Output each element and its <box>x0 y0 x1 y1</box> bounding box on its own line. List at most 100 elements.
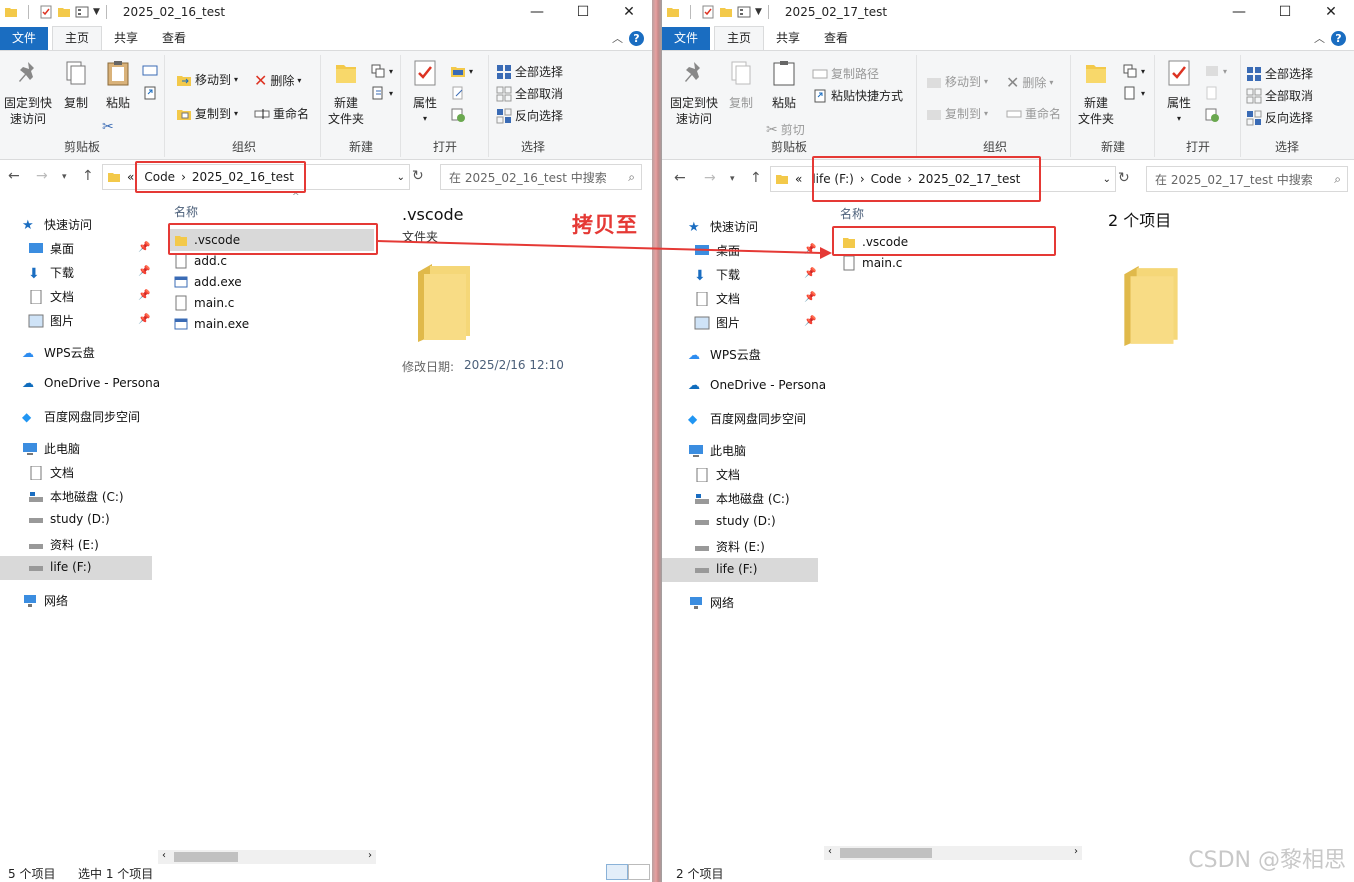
rename-button[interactable]: 重命名 <box>254 105 309 122</box>
sidebar-item-baidu[interactable]: ◆ 百度网盘同步空间 <box>22 408 140 425</box>
pin-icon[interactable]: 📌 <box>138 242 150 253</box>
customize-icon[interactable] <box>75 5 89 19</box>
edit-button[interactable] <box>450 85 466 101</box>
pin-icon[interactable]: 📌 <box>804 316 816 327</box>
tab-share[interactable]: 共享 <box>764 27 812 50</box>
address-dropdown-icon[interactable]: ⌄ <box>1103 174 1111 185</box>
sidebar-item-quick-access[interactable]: ★ 快速访问 <box>22 216 92 233</box>
sidebar-item-downloads[interactable]: ⬇ 下载 <box>28 264 74 282</box>
help-icon[interactable]: ? <box>1331 30 1346 46</box>
chevron-up-icon[interactable]: ︿ <box>1314 30 1325 46</box>
properties-icon[interactable] <box>701 5 715 19</box>
tab-share[interactable]: 共享 <box>102 27 150 50</box>
help-icon[interactable]: ? <box>629 30 644 46</box>
pin-icon[interactable]: 📌 <box>804 244 816 255</box>
cut-button[interactable]: ✂ <box>102 119 114 135</box>
tab-home[interactable]: 主页 <box>52 26 103 50</box>
properties-button[interactable]: 属性 ▾ <box>408 59 442 127</box>
sidebar-item-documents[interactable]: 文档 <box>28 288 74 305</box>
pin-icon[interactable]: 📌 <box>138 266 150 277</box>
easy-access-button[interactable]: ▾ <box>1122 85 1145 101</box>
scroll-right-icon[interactable]: › <box>1074 846 1078 857</box>
sidebar-item-network[interactable]: 网络 <box>688 594 734 611</box>
forward-arrow-icon[interactable]: → <box>36 168 48 184</box>
pin-icon[interactable]: 📌 <box>138 314 150 325</box>
select-all-button[interactable]: 全部选择 <box>1246 65 1313 82</box>
sidebar-item-drive-e[interactable]: 资料 (E:) <box>694 538 765 555</box>
new-folder-button[interactable]: 新建 文件夹 <box>324 59 368 127</box>
sidebar-item-documents[interactable]: 文档 <box>694 290 740 307</box>
sidebar-item-pictures[interactable]: 图片 <box>694 314 740 331</box>
horizontal-scrollbar[interactable]: ‹ › <box>824 846 1082 860</box>
file-row[interactable]: main.exe <box>174 314 249 334</box>
scroll-left-icon[interactable]: ‹ <box>162 850 166 861</box>
sidebar-item-onedrive[interactable]: ☁ OneDrive - Persona <box>688 378 826 392</box>
sidebar-item-pictures[interactable]: 图片 <box>28 312 74 329</box>
open-button[interactable]: ▾ <box>1204 63 1227 79</box>
search-icon[interactable]: ⌕ <box>1334 172 1341 187</box>
history-button[interactable] <box>1204 107 1220 123</box>
tab-home[interactable]: 主页 <box>714 26 765 50</box>
search-box[interactable]: 在 2025_02_16_test 中搜索 ⌕ <box>440 164 642 190</box>
new-folder-button[interactable]: 新建 文件夹 <box>1074 59 1118 127</box>
invert-selection-button[interactable]: 反向选择 <box>1246 109 1313 126</box>
select-none-button[interactable]: 全部取消 <box>1246 87 1313 104</box>
sidebar-item-drive-f[interactable]: life (F:) <box>694 562 757 576</box>
column-header-name[interactable]: 名称 <box>174 203 198 220</box>
back-arrow-icon[interactable]: ← <box>8 168 20 184</box>
new-folder-icon[interactable] <box>719 5 733 19</box>
sidebar-item-baidu[interactable]: ◆ 百度网盘同步空间 <box>688 410 806 427</box>
select-all-button[interactable]: 全部选择 <box>496 63 563 80</box>
refresh-icon[interactable]: ↻ <box>412 168 424 184</box>
sidebar-item-downloads[interactable]: ⬇ 下载 <box>694 266 740 284</box>
sidebar-item-pc-documents[interactable]: 文档 <box>28 464 74 481</box>
sidebar-item-network[interactable]: 网络 <box>22 592 68 609</box>
delete-button[interactable]: ✕ 删除 ▾ <box>254 71 301 90</box>
move-to-button[interactable]: 移动到 ▾ <box>926 73 988 90</box>
breadcrumb-overflow[interactable]: « <box>127 170 134 184</box>
paste-button[interactable]: 粘贴 <box>764 59 804 111</box>
paste-shortcut-button[interactable]: 粘贴快捷方式 <box>812 87 903 104</box>
up-arrow-icon[interactable]: ↑ <box>82 168 94 184</box>
horizontal-scrollbar[interactable]: ‹ › <box>158 850 376 864</box>
close-button[interactable]: ✕ <box>1308 0 1354 24</box>
pin-icon[interactable]: 📌 <box>804 292 816 303</box>
tab-view[interactable]: 查看 <box>812 27 860 50</box>
tab-file[interactable]: 文件 <box>0 27 49 50</box>
paste-button[interactable]: 粘贴 <box>98 59 138 111</box>
select-none-button[interactable]: 全部取消 <box>496 85 563 102</box>
file-row[interactable]: main.c <box>174 293 234 313</box>
open-button[interactable]: ▾ <box>450 63 473 79</box>
pin-button[interactable]: 固定到快 速访问 <box>666 59 722 127</box>
pin-icon[interactable]: 📌 <box>138 290 150 301</box>
copy-to-button[interactable]: 复制到 ▾ <box>176 105 238 122</box>
copy-button[interactable]: 复制 <box>724 59 758 111</box>
address-dropdown-icon[interactable]: ⌄ <box>397 172 405 183</box>
forward-arrow-icon[interactable]: → <box>704 170 716 186</box>
easy-access-button[interactable]: ▾ <box>370 85 393 101</box>
rename-button[interactable]: 重命名 <box>1006 105 1061 122</box>
search-box[interactable]: 在 2025_02_17_test 中搜索 ⌕ <box>1146 166 1348 192</box>
history-button[interactable] <box>450 107 466 123</box>
dropdown-icon[interactable]: ▼ <box>93 7 100 17</box>
back-arrow-icon[interactable]: ← <box>674 170 686 186</box>
edit-button[interactable] <box>1204 85 1220 101</box>
paste-shortcut-button[interactable] <box>142 85 158 101</box>
pin-button[interactable]: 固定到快 速访问 <box>2 59 54 127</box>
refresh-icon[interactable]: ↻ <box>1118 170 1130 186</box>
sidebar-item-drive-d[interactable]: study (D:) <box>28 512 110 526</box>
copy-path-button[interactable]: 复制路径 <box>812 65 879 82</box>
maximize-button[interactable]: ☐ <box>1262 0 1308 24</box>
sidebar-item-quick-access[interactable]: ★ 快速访问 <box>688 218 758 235</box>
minimize-button[interactable]: — <box>514 0 560 24</box>
maximize-button[interactable]: ☐ <box>560 0 606 24</box>
up-arrow-icon[interactable]: ↑ <box>750 170 762 186</box>
dropdown-icon[interactable]: ▼ <box>755 7 762 17</box>
sidebar-item-drive-e[interactable]: 资料 (E:) <box>28 536 99 553</box>
breadcrumb-overflow[interactable]: « <box>795 172 802 186</box>
sidebar-item-wps[interactable]: ☁ WPS云盘 <box>688 346 761 363</box>
recent-chevron-icon[interactable]: ▾ <box>62 172 67 182</box>
new-folder-icon[interactable] <box>57 5 71 19</box>
tab-view[interactable]: 查看 <box>150 27 198 50</box>
sidebar-item-drive-c[interactable]: 本地磁盘 (C:) <box>694 490 790 507</box>
